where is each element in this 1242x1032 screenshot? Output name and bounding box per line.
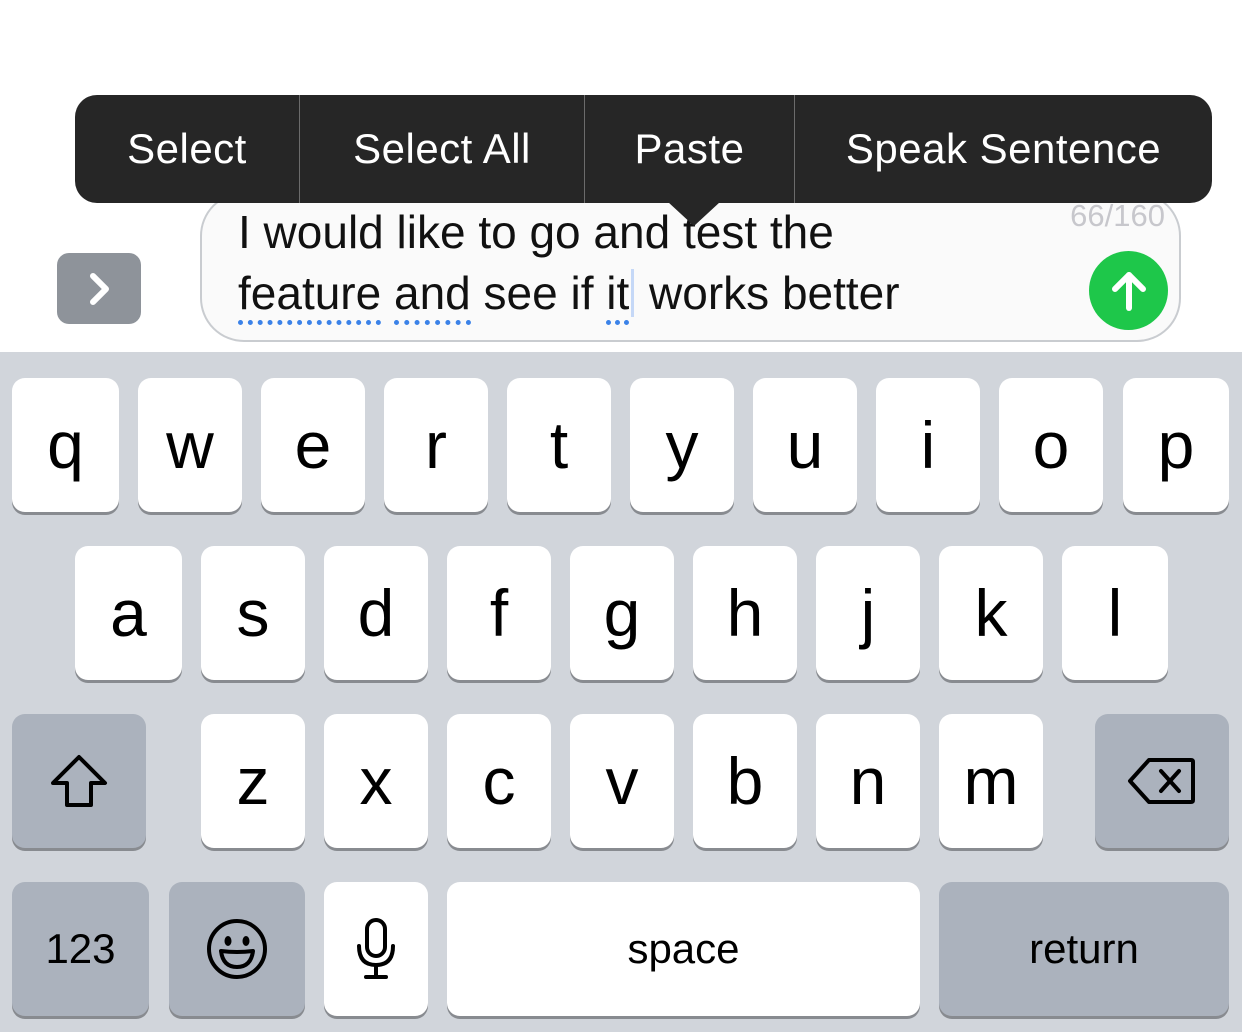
microphone-icon [357, 918, 395, 979]
numbers-key[interactable]: 123 [12, 882, 149, 1016]
key-label: x [359, 744, 393, 818]
shift-arrow-icon [51, 755, 107, 807]
key-t[interactable]: t [507, 378, 611, 512]
key-label: e [294, 408, 332, 482]
key-label: w [166, 408, 214, 482]
key-e[interactable]: e [261, 378, 365, 512]
key-label: o [1032, 408, 1070, 482]
text-cursor [631, 269, 635, 317]
key-label: s [236, 576, 270, 650]
key-label: a [110, 576, 147, 650]
key-label: j [860, 576, 876, 650]
key-label: q [47, 408, 84, 482]
key-o[interactable]: o [999, 378, 1103, 512]
key-s[interactable]: s [201, 546, 305, 680]
key-label: n [849, 744, 887, 818]
key-label: t [549, 408, 569, 482]
edit-menu: Select Select All Paste Speak Sentence [75, 95, 1212, 226]
text-segment: works better [636, 267, 900, 319]
key-w[interactable]: w [138, 378, 242, 512]
key-label: return [1029, 925, 1139, 972]
key-label: u [786, 408, 824, 482]
text-segment: see if [470, 267, 607, 319]
key-label: l [1107, 576, 1123, 650]
key-k[interactable]: k [939, 546, 1043, 680]
key-y[interactable]: y [630, 378, 734, 512]
misspelled-word[interactable]: feature [238, 267, 382, 325]
key-l[interactable]: l [1062, 546, 1168, 680]
menu-item-speak-sentence[interactable]: Speak Sentence [794, 95, 1212, 203]
key-i[interactable]: i [876, 378, 980, 512]
backspace-icon [1128, 758, 1195, 804]
key-u[interactable]: u [753, 378, 857, 512]
key-label: d [357, 576, 395, 650]
misspelled-word[interactable]: it [606, 267, 630, 325]
key-label: 123 [45, 925, 116, 972]
key-label: r [425, 408, 447, 482]
key-label: v [605, 744, 639, 818]
dictation-key[interactable] [324, 882, 428, 1016]
key-label: k [974, 576, 1008, 650]
message-text-line-2: feature and see if it works better [238, 263, 1098, 325]
key-m[interactable]: m [939, 714, 1043, 848]
emoji-key[interactable] [169, 882, 305, 1016]
key-p[interactable]: p [1123, 378, 1229, 512]
space-key[interactable]: space [447, 882, 920, 1016]
key-label: g [603, 576, 641, 650]
key-label: f [489, 576, 509, 650]
key-j[interactable]: j [816, 546, 920, 680]
key-x[interactable]: x [324, 714, 428, 848]
key-c[interactable]: c [447, 714, 551, 848]
misspelled-word[interactable]: and [394, 267, 471, 325]
key-label: h [726, 576, 764, 650]
expand-apps-button[interactable] [57, 253, 141, 324]
key-label: p [1157, 408, 1195, 482]
keyboard: q w e r t y u i o p a s d f g h j k l z … [0, 352, 1242, 1032]
key-b[interactable]: b [693, 714, 797, 848]
send-button[interactable] [1089, 251, 1168, 330]
menu-pointer-arrow [668, 202, 720, 226]
smiley-face-icon [207, 919, 267, 979]
key-h[interactable]: h [693, 546, 797, 680]
menu-item-select[interactable]: Select [75, 95, 299, 203]
key-d[interactable]: d [324, 546, 428, 680]
key-r[interactable]: r [384, 378, 488, 512]
key-label: c [482, 744, 516, 818]
return-key[interactable]: return [939, 882, 1229, 1016]
key-label: i [920, 408, 936, 482]
shift-key[interactable] [12, 714, 146, 848]
key-label: m [963, 744, 1019, 818]
text-segment [381, 267, 394, 319]
key-label: z [236, 744, 270, 818]
chevron-right-icon [90, 272, 109, 305]
key-q[interactable]: q [12, 378, 119, 512]
menu-item-paste[interactable]: Paste [584, 95, 794, 203]
key-z[interactable]: z [201, 714, 305, 848]
key-a[interactable]: a [75, 546, 182, 680]
key-label: y [665, 408, 699, 482]
key-g[interactable]: g [570, 546, 674, 680]
delete-key[interactable] [1095, 714, 1229, 848]
key-label: space [627, 925, 740, 972]
key-label: b [726, 744, 764, 818]
menu-item-select-all[interactable]: Select All [299, 95, 584, 203]
key-f[interactable]: f [447, 546, 551, 680]
key-n[interactable]: n [816, 714, 920, 848]
arrow-up-icon [1111, 271, 1146, 311]
key-v[interactable]: v [570, 714, 674, 848]
